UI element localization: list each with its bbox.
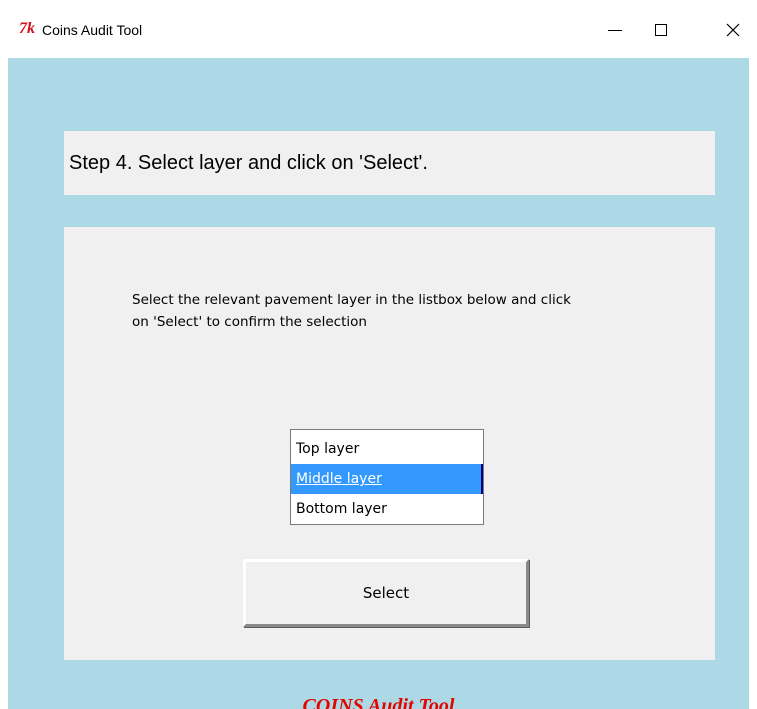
app-window-content: Step 4. Select layer and click on 'Selec… [8, 58, 749, 709]
maximize-button[interactable] [638, 12, 684, 48]
close-icon [726, 23, 740, 37]
footer-app-name: COINS Audit Tool [302, 695, 455, 709]
instructions-line-1: Select the relevant pavement layer in th… [132, 292, 571, 308]
tk-logo-icon: 7k [19, 20, 35, 37]
minimize-button[interactable] [592, 12, 638, 48]
maximize-icon [655, 24, 667, 36]
listbox-item-middle-layer[interactable]: Middle layer [291, 464, 483, 494]
instructions-text: Select the relevant pavement layer in th… [132, 289, 652, 333]
listbox-item-bottom-layer[interactable]: Bottom layer [291, 494, 483, 524]
step-panel: Step 4. Select layer and click on 'Selec… [64, 131, 715, 195]
window-title: Coins Audit Tool [42, 22, 143, 38]
close-button[interactable] [710, 12, 756, 48]
minimize-icon [608, 30, 622, 31]
select-button[interactable]: Select [243, 559, 529, 627]
step-heading: Step 4. Select layer and click on 'Selec… [69, 152, 428, 174]
listbox-item-top-layer[interactable]: Top layer [291, 434, 483, 464]
select-button-label: Select [362, 584, 410, 602]
instructions-line-2: on 'Select' to confirm the selection [132, 314, 367, 330]
title-bar: 7k Coins Audit Tool [0, 0, 757, 58]
layer-selection-panel: Select the relevant pavement layer in th… [64, 227, 715, 660]
layer-listbox[interactable]: Top layer Middle layer Bottom layer [290, 429, 484, 525]
